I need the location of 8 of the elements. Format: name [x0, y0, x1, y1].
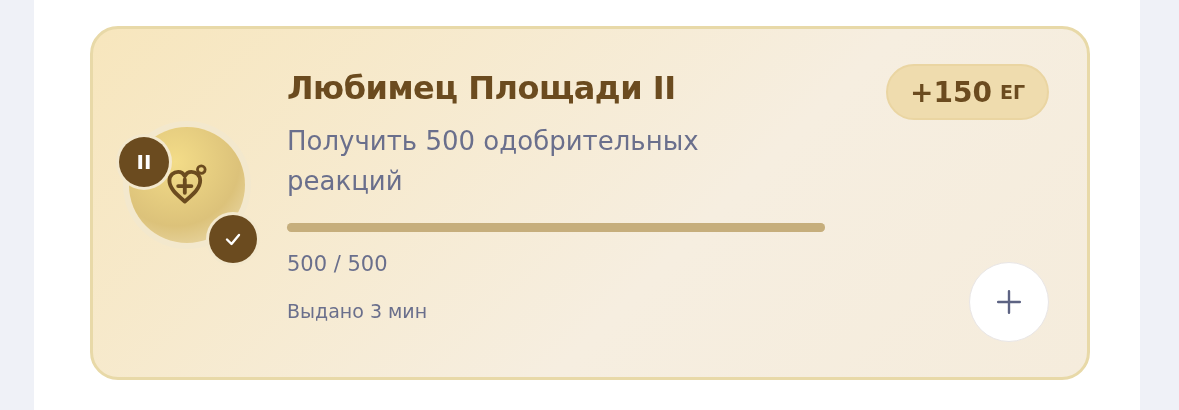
plus-icon	[996, 289, 1022, 315]
tier-badge: II	[119, 137, 169, 187]
issued-time: Выдано 3 мин	[287, 300, 429, 322]
achievement-title: Любимец Площади II	[287, 69, 677, 107]
reward-amount: +150	[910, 75, 992, 109]
achievement-description: Получить 500 одобрительных реакций	[287, 125, 700, 198]
reward-unit: ЕГ	[999, 81, 1025, 103]
progress-text: 500 / 500	[287, 252, 389, 276]
